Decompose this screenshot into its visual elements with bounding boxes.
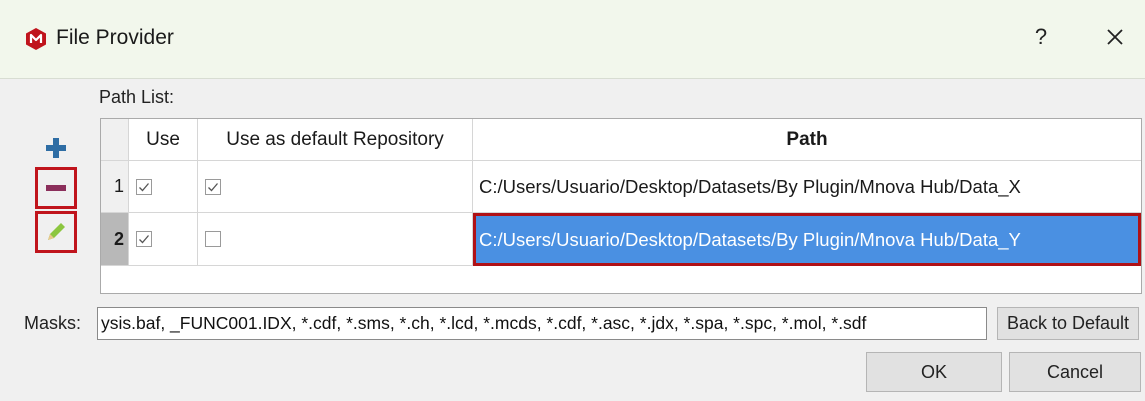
add-path-button[interactable] — [35, 127, 77, 169]
column-header-default-repository[interactable]: Use as default Repository — [198, 119, 473, 161]
dialog-title: File Provider — [56, 26, 174, 49]
path-list-table[interactable]: Use Use as default Repository Path 1 C:/… — [100, 118, 1142, 294]
row-number[interactable]: 1 — [101, 161, 129, 213]
minus-icon — [46, 185, 66, 191]
ok-button[interactable]: OK — [866, 352, 1002, 392]
masks-input[interactable] — [97, 307, 987, 340]
default-repository-checkbox[interactable] — [205, 231, 221, 247]
row-number[interactable]: 2 — [101, 213, 129, 266]
table-cell-default[interactable] — [198, 161, 473, 213]
column-header-use[interactable]: Use — [129, 119, 198, 161]
edit-path-button[interactable] — [35, 211, 77, 253]
path-list-label: Path List: — [99, 87, 175, 107]
table-cell-use[interactable] — [129, 161, 198, 213]
remove-path-button[interactable] — [35, 167, 77, 209]
mnova-logo-icon — [26, 28, 46, 50]
table-cell-path-selected[interactable]: C:/Users/Usuario/Desktop/Datasets/By Plu… — [473, 213, 1141, 266]
masks-label: Masks: — [24, 313, 82, 333]
checkmark-icon — [208, 182, 218, 191]
table-cell-default[interactable] — [198, 213, 473, 266]
checkmark-icon — [139, 235, 149, 244]
default-repository-checkbox[interactable] — [205, 178, 221, 195]
pencil-icon — [48, 223, 65, 240]
column-header-path[interactable]: Path — [473, 119, 1141, 161]
table-corner — [101, 119, 129, 161]
use-checkbox[interactable] — [136, 231, 152, 247]
plus-icon — [46, 138, 66, 158]
use-checkbox[interactable] — [136, 178, 152, 195]
cancel-button[interactable]: Cancel — [1009, 352, 1141, 392]
table-cell-path[interactable]: C:/Users/Usuario/Desktop/Datasets/By Plu… — [473, 161, 1141, 213]
table-cell-use[interactable] — [129, 213, 198, 266]
checkmark-icon — [139, 182, 149, 191]
help-button[interactable]: ? — [1028, 24, 1054, 50]
dialog-title-bar: File Provider ? — [0, 0, 1145, 79]
back-to-default-button[interactable]: Back to Default — [997, 307, 1139, 340]
close-icon[interactable] — [1100, 22, 1130, 52]
